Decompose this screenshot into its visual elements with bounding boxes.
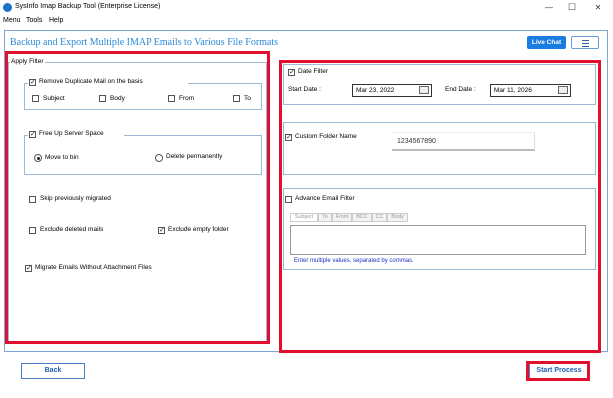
tab-subject[interactable]: Subject <box>290 213 318 222</box>
title-bar: SysInfo Imap Backup Tool (Enterprise Lic… <box>0 0 613 15</box>
free-up-label: Free Up Server Space <box>39 130 104 137</box>
body-checkbox[interactable] <box>99 95 106 102</box>
from-checkbox[interactable] <box>168 95 175 102</box>
date-filter-checkbox[interactable] <box>288 68 295 77</box>
advance-filter-textarea[interactable] <box>290 225 586 255</box>
minimize-button[interactable]: — <box>541 2 557 13</box>
skip-migrated-checkbox[interactable] <box>29 196 36 203</box>
tab-body[interactable]: Body <box>387 213 408 222</box>
free-up-checkbox[interactable] <box>29 130 36 139</box>
migrate-without-attachment-label: Migrate Emails Without Attachment Files <box>35 264 152 271</box>
live-chat-button[interactable]: Live Chat <box>527 36 566 49</box>
from-label: From <box>179 95 195 102</box>
move-to-bin-radio[interactable] <box>34 154 42 162</box>
migrate-without-attachment-checkbox[interactable] <box>25 264 32 273</box>
subject-label: Subject <box>43 95 65 102</box>
to-checkbox[interactable] <box>233 95 240 102</box>
back-button[interactable]: Back <box>21 363 85 379</box>
end-date-label: End Date : <box>445 86 476 93</box>
menu-item-help[interactable]: Help <box>49 17 63 24</box>
exclude-empty-label: Exclude empty folder <box>168 226 229 233</box>
tab-cc[interactable]: CC <box>372 213 387 222</box>
hamburger-icon-line <box>582 46 589 47</box>
hamburger-menu-button[interactable] <box>571 36 599 49</box>
move-to-bin-label: Move to bin <box>45 154 79 161</box>
close-button[interactable]: ✕ <box>590 2 606 13</box>
delete-permanently-label: Delete permanently <box>166 153 223 160</box>
start-date-label: Start Date : <box>288 86 321 93</box>
subject-checkbox[interactable] <box>32 95 39 102</box>
exclude-deleted-label: Exclude deleted mails <box>40 226 104 233</box>
start-date-value: Mar 23, 2022 <box>356 87 395 94</box>
date-filter-label: Date Filter <box>298 68 328 75</box>
exclude-deleted-checkbox[interactable] <box>29 227 36 234</box>
start-process-highlight <box>526 361 590 381</box>
remove-duplicate-checkbox[interactable] <box>29 78 36 87</box>
remove-duplicate-label: Remove Duplicate Mail on the basis <box>39 78 143 85</box>
skip-migrated-label: Skip previously migrated <box>40 195 111 202</box>
window-title: SysInfo Imap Backup Tool (Enterprise Lic… <box>15 3 161 10</box>
advance-filter-label: Advance Email Filter <box>295 195 355 202</box>
tab-to[interactable]: To <box>318 213 332 222</box>
page-heading: Backup and Export Multiple IMAP Emails t… <box>10 37 279 48</box>
menu-item-tools[interactable]: Tools <box>26 17 42 24</box>
end-date-value: Mar 11, 2026 <box>494 87 532 94</box>
menu-item-menu[interactable]: Menu <box>3 17 21 24</box>
tab-from[interactable]: From <box>332 213 352 222</box>
custom-folder-checkbox[interactable] <box>285 133 292 142</box>
apply-filter-legend: Apply Filter <box>10 58 45 65</box>
body-label: Body <box>110 95 125 102</box>
advance-filter-checkbox[interactable] <box>285 196 292 203</box>
start-date-calendar-icon[interactable] <box>419 86 429 94</box>
hamburger-icon-line <box>582 43 589 44</box>
end-date-calendar-icon[interactable] <box>558 86 568 94</box>
app-logo-icon <box>3 3 12 12</box>
custom-folder-input[interactable]: 1234567890 <box>392 132 535 151</box>
custom-folder-label: Custom Folder Name <box>295 133 357 140</box>
advance-filter-hint: Enter multiple values, separated by comm… <box>294 258 414 264</box>
hamburger-icon <box>582 40 589 41</box>
tab-bcc[interactable]: BCC <box>352 213 372 222</box>
delete-permanently-radio[interactable] <box>155 154 163 162</box>
to-label: To <box>244 95 251 102</box>
maximize-button[interactable]: ☐ <box>564 2 580 13</box>
menu-bar: Menu Tools Help <box>0 15 613 27</box>
exclude-empty-checkbox[interactable] <box>158 226 165 235</box>
